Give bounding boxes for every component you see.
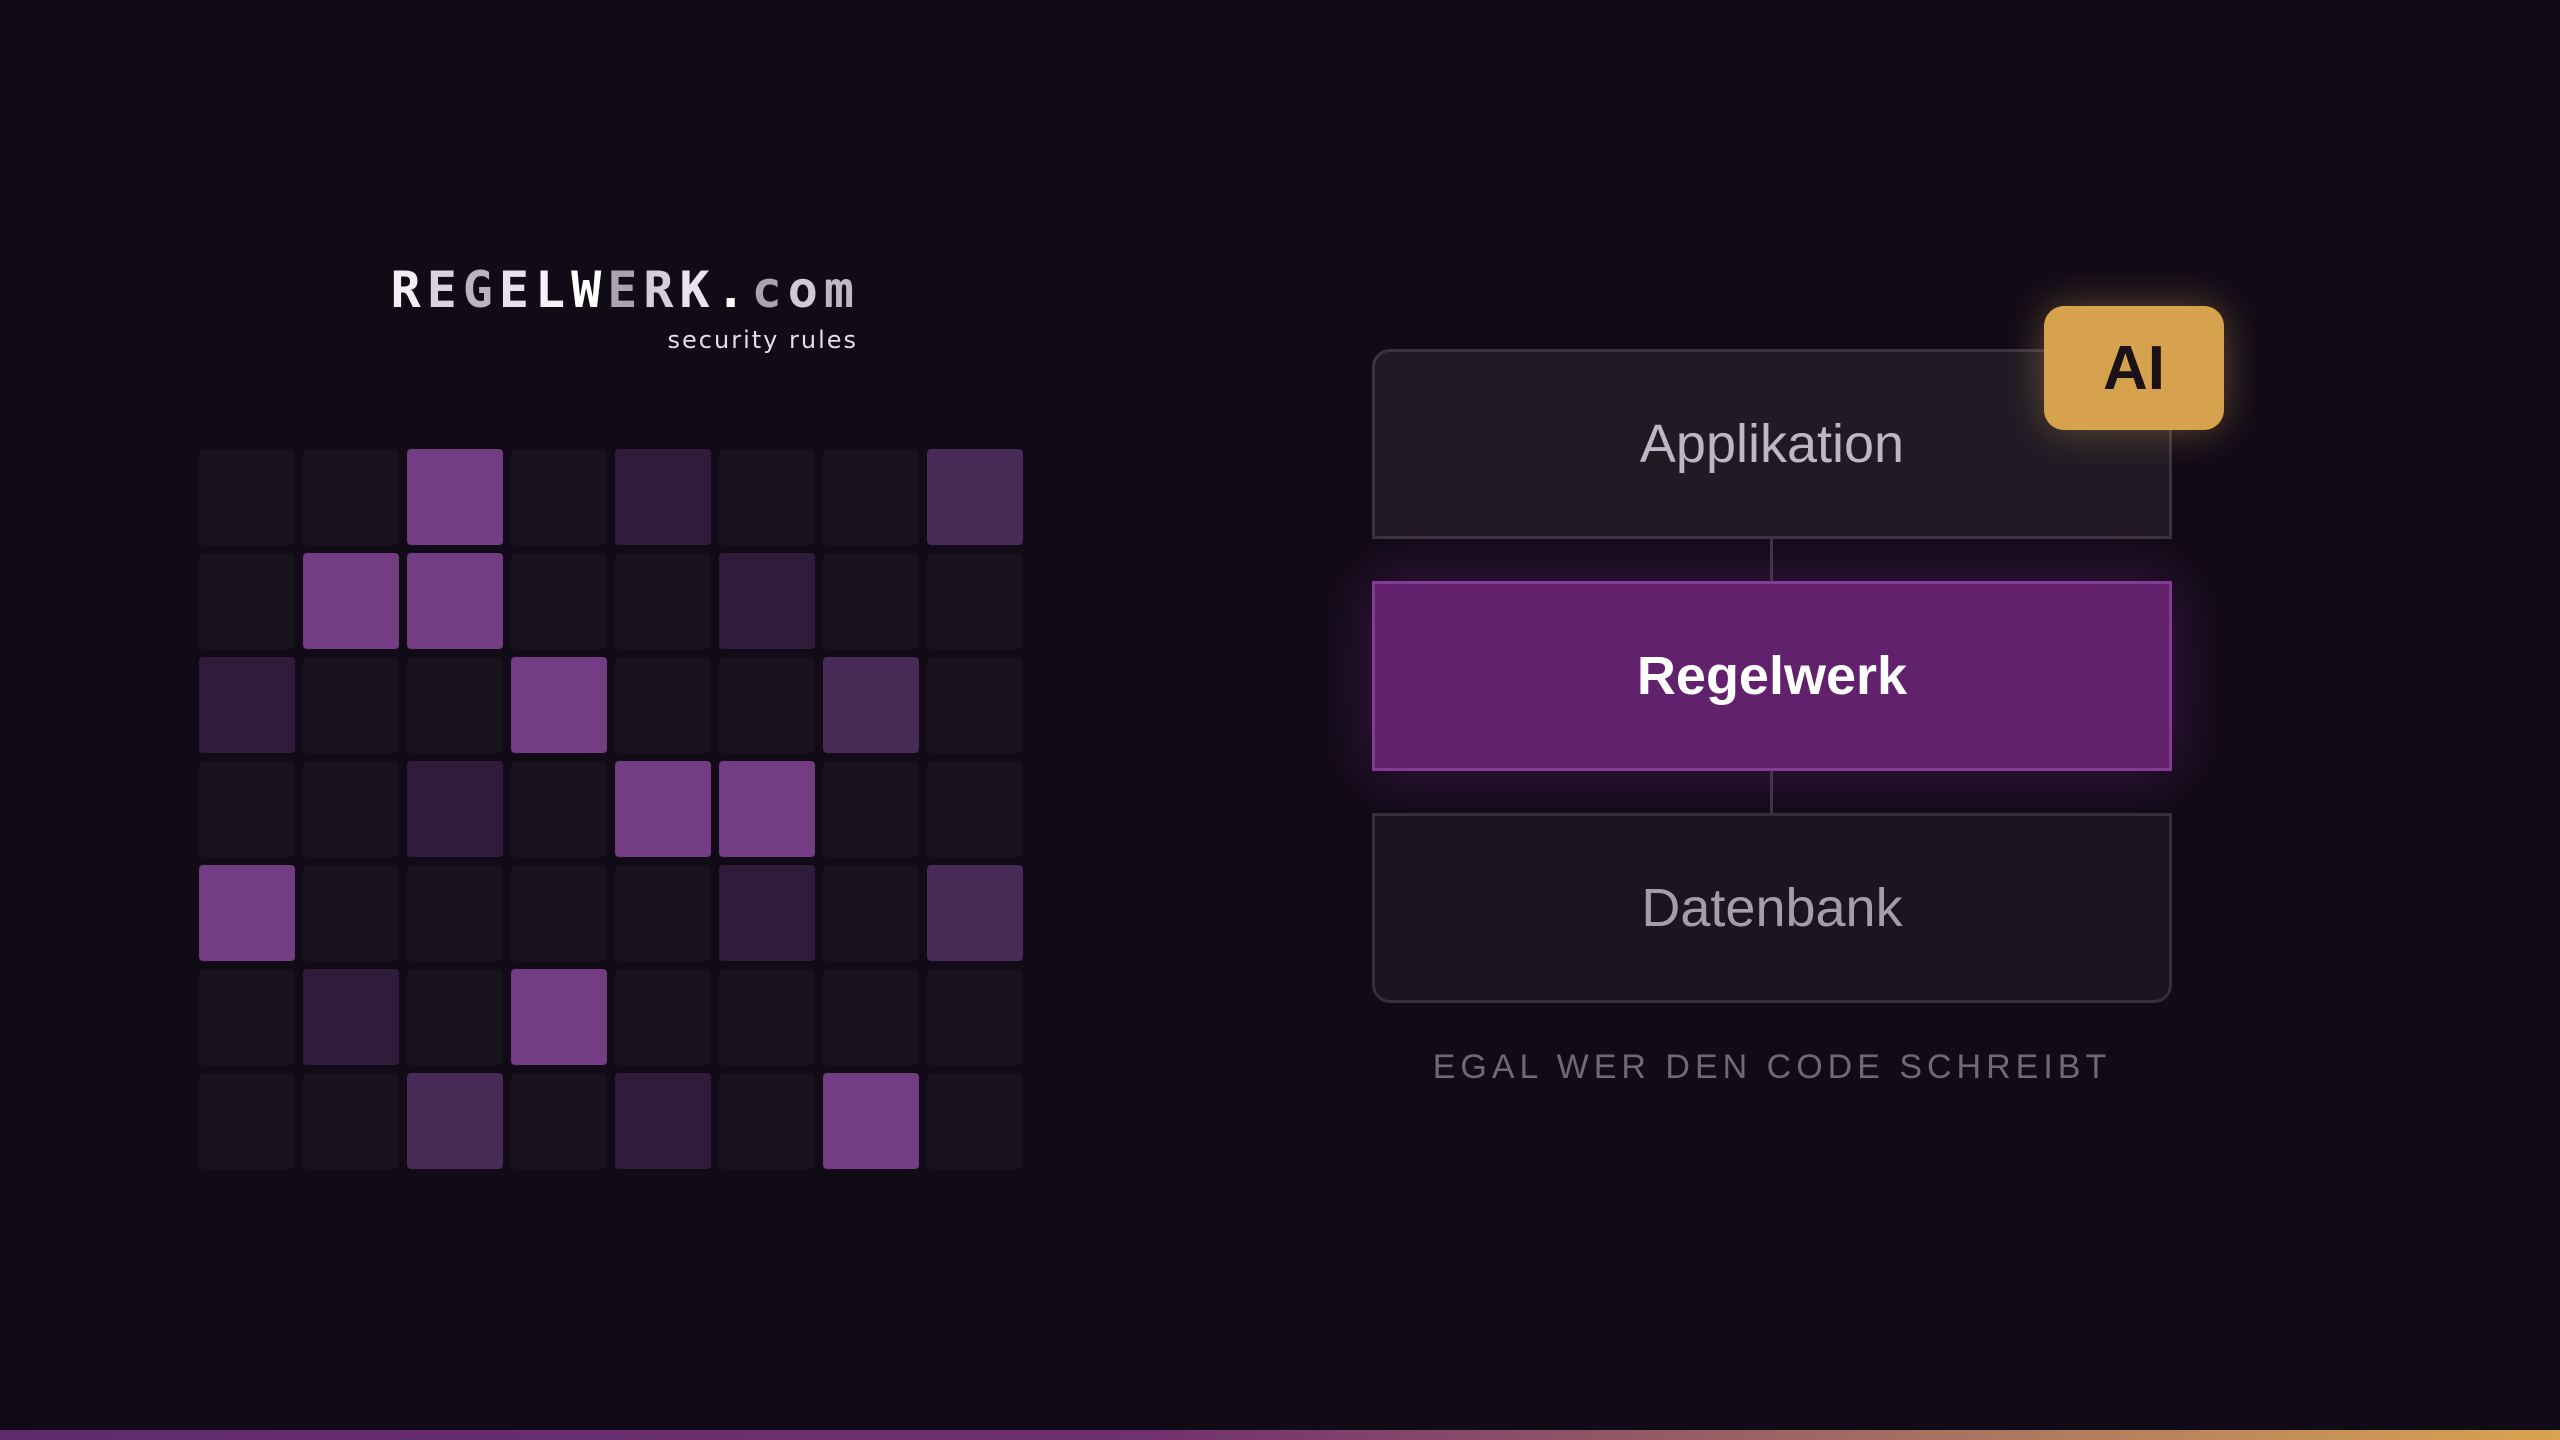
layer-regelwerk-label: Regelwerk (1636, 646, 1908, 706)
logo-letter: m (823, 261, 860, 319)
connector-rules-db (1770, 771, 1773, 813)
grid-tile (823, 657, 919, 753)
grid-tile (719, 969, 815, 1065)
grid-tile (303, 969, 399, 1065)
logo-letter: R (390, 261, 427, 319)
grid-tile (199, 761, 295, 857)
logo-wordmark: REGELWERK.com (360, 258, 860, 322)
logo-letter: L (535, 261, 572, 319)
grid-tile (719, 553, 815, 649)
grid-tile (511, 657, 607, 753)
grid-tile (407, 553, 503, 649)
logo-letter: E (426, 261, 463, 319)
logo-letter: o (787, 261, 824, 319)
layer-datenbank-label: Datenbank (1641, 878, 1903, 938)
connector-app-rules (1770, 539, 1773, 581)
grid-tile (407, 1073, 503, 1169)
grid-tile (823, 449, 919, 545)
grid-tile (303, 761, 399, 857)
grid-tile (407, 449, 503, 545)
grid-tile (927, 657, 1023, 753)
layer-datenbank: Datenbank (1372, 813, 2172, 1003)
caption: EGAL WER DEN CODE SCHREIBT (1432, 1048, 2112, 1086)
grid-tile (199, 969, 295, 1065)
logo-letter: K (679, 261, 716, 319)
grid-tile (719, 1073, 815, 1169)
grid-tile (303, 553, 399, 649)
logo-letter: W (571, 261, 608, 319)
grid-tile (199, 1073, 295, 1169)
bottom-gradient-bar (0, 1430, 2560, 1440)
grid-tile (615, 553, 711, 649)
grid-tile (823, 865, 919, 961)
grid-tile (511, 969, 607, 1065)
grid-tile (407, 657, 503, 753)
grid-tile (823, 969, 919, 1065)
layer-applikation-label: Applikation (1639, 414, 1905, 474)
grid-tile (199, 657, 295, 753)
ai-badge-label: AI (2103, 333, 2165, 403)
grid-tile (303, 1073, 399, 1169)
grid-tile (615, 449, 711, 545)
grid-tile (199, 865, 295, 961)
grid-tile (303, 657, 399, 753)
grid-tile (511, 761, 607, 857)
grid-tile (511, 553, 607, 649)
grid-tile (927, 553, 1023, 649)
grid-tile (303, 449, 399, 545)
grid-tile (407, 865, 503, 961)
grid-tile (823, 761, 919, 857)
logo-letter: . (715, 261, 752, 319)
logo-letter: R (643, 261, 680, 319)
grid-tile (199, 449, 295, 545)
tile-grid (199, 449, 1023, 1169)
grid-tile (615, 865, 711, 961)
grid-tile (927, 449, 1023, 545)
grid-tile (303, 865, 399, 961)
grid-tile (927, 865, 1023, 961)
grid-tile (719, 761, 815, 857)
grid-tile (511, 449, 607, 545)
grid-tile (927, 1073, 1023, 1169)
grid-tile (719, 865, 815, 961)
grid-tile (511, 1073, 607, 1169)
logo-letter: G (462, 261, 499, 319)
grid-tile (615, 761, 711, 857)
grid-tile (615, 1073, 711, 1169)
logo-letter: E (607, 261, 644, 319)
grid-tile (823, 553, 919, 649)
grid-tile (615, 969, 711, 1065)
grid-tile (615, 657, 711, 753)
grid-tile (199, 553, 295, 649)
grid-tile (719, 449, 815, 545)
grid-tile (927, 969, 1023, 1065)
logo-letter: E (498, 261, 536, 319)
layer-regelwerk: Regelwerk (1372, 581, 2172, 771)
grid-tile (823, 1073, 919, 1169)
ai-badge: AI (2044, 306, 2224, 430)
grid-tile (407, 969, 503, 1065)
logo: REGELWERK.com security rules (360, 258, 860, 354)
grid-tile (511, 865, 607, 961)
grid-tile (407, 761, 503, 857)
grid-tile (719, 657, 815, 753)
grid-tile (927, 761, 1023, 857)
logo-letter: c (751, 261, 788, 319)
logo-tagline: security rules (667, 326, 858, 354)
